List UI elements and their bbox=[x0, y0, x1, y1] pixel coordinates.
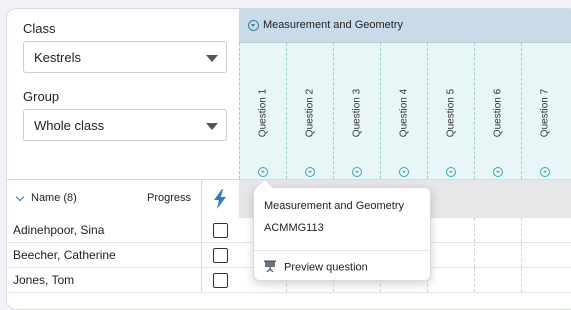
name-column-label[interactable]: Name (8) bbox=[31, 192, 77, 204]
student-checkbox[interactable] bbox=[213, 273, 228, 288]
question-column[interactable]: Question 4 bbox=[380, 43, 427, 179]
class-select-value: Kestrels bbox=[34, 50, 81, 65]
preview-question-button[interactable]: Preview question bbox=[264, 260, 368, 275]
question-label: Question 2 bbox=[304, 88, 316, 138]
popover-divider bbox=[254, 250, 430, 251]
grid-line bbox=[521, 243, 522, 267]
filter-panel: Class Kestrels Group Whole class bbox=[7, 9, 239, 179]
question-popover: Measurement and Geometry ACMMG113 Previe… bbox=[253, 187, 431, 281]
presentation-icon bbox=[264, 260, 276, 275]
popover-strand: Measurement and Geometry bbox=[264, 200, 405, 212]
student-checkbox[interactable] bbox=[213, 223, 228, 238]
chevron-circle-icon[interactable] bbox=[399, 167, 409, 177]
grid-line bbox=[474, 218, 475, 242]
lightning-icon bbox=[214, 189, 226, 209]
question-column[interactable]: Question 3 bbox=[333, 43, 380, 179]
chevron-circle-icon[interactable] bbox=[258, 167, 268, 177]
question-label: Question 4 bbox=[398, 88, 410, 138]
chevron-circle-icon[interactable] bbox=[352, 167, 362, 177]
question-label: Question 1 bbox=[257, 88, 269, 138]
progress-column-label[interactable]: Progress bbox=[147, 192, 191, 204]
student-name[interactable]: Adinehpoor, Sina bbox=[13, 223, 104, 237]
column-divider bbox=[201, 218, 202, 242]
grid-line bbox=[521, 218, 522, 242]
chevron-circle-icon bbox=[248, 20, 259, 31]
strand-title: Measurement and Geometry bbox=[263, 19, 404, 31]
class-select[interactable]: Kestrels bbox=[23, 41, 227, 73]
chevron-circle-icon[interactable] bbox=[305, 167, 315, 177]
class-label: Class bbox=[23, 21, 56, 36]
group-select-value: Whole class bbox=[34, 118, 105, 133]
chevron-circle-icon[interactable] bbox=[446, 167, 456, 177]
chevron-down-icon[interactable] bbox=[15, 192, 25, 202]
caret-down-icon bbox=[206, 55, 218, 62]
questions-header: Question 1 Question 2 Question 3 Questio… bbox=[239, 43, 571, 179]
question-column[interactable]: Question 2 bbox=[286, 43, 333, 179]
question-label: Question 7 bbox=[539, 88, 551, 138]
grid-line bbox=[474, 243, 475, 267]
column-divider bbox=[201, 268, 202, 292]
column-divider bbox=[201, 243, 202, 267]
question-label: Question 3 bbox=[351, 88, 363, 138]
popover-code: ACMMG113 bbox=[264, 222, 324, 234]
strand-header[interactable]: Measurement and Geometry bbox=[239, 9, 571, 43]
assessment-card: Class Kestrels Group Whole class Measure… bbox=[6, 8, 571, 310]
student-checkbox[interactable] bbox=[213, 248, 228, 263]
question-column[interactable]: Question 1 bbox=[239, 43, 286, 179]
grid-line bbox=[521, 268, 522, 292]
student-name[interactable]: Jones, Tom bbox=[13, 273, 74, 287]
names-header: Name (8) Progress bbox=[7, 179, 239, 219]
grid-line bbox=[474, 268, 475, 292]
question-label: Question 5 bbox=[445, 88, 457, 138]
group-label: Group bbox=[23, 89, 60, 104]
group-select[interactable]: Whole class bbox=[23, 109, 227, 141]
question-label: Question 6 bbox=[492, 88, 504, 138]
question-column[interactable]: Question 7 bbox=[521, 43, 568, 179]
student-name[interactable]: Beecher, Catherine bbox=[13, 248, 116, 262]
question-column[interactable]: Question 6 bbox=[474, 43, 521, 179]
chevron-circle-icon[interactable] bbox=[493, 167, 503, 177]
bolt-column-header[interactable] bbox=[201, 180, 239, 218]
chevron-circle-icon[interactable] bbox=[540, 167, 550, 177]
question-column[interactable]: Question 5 bbox=[427, 43, 474, 179]
preview-question-label: Preview question bbox=[284, 261, 368, 274]
caret-down-icon bbox=[206, 123, 218, 130]
